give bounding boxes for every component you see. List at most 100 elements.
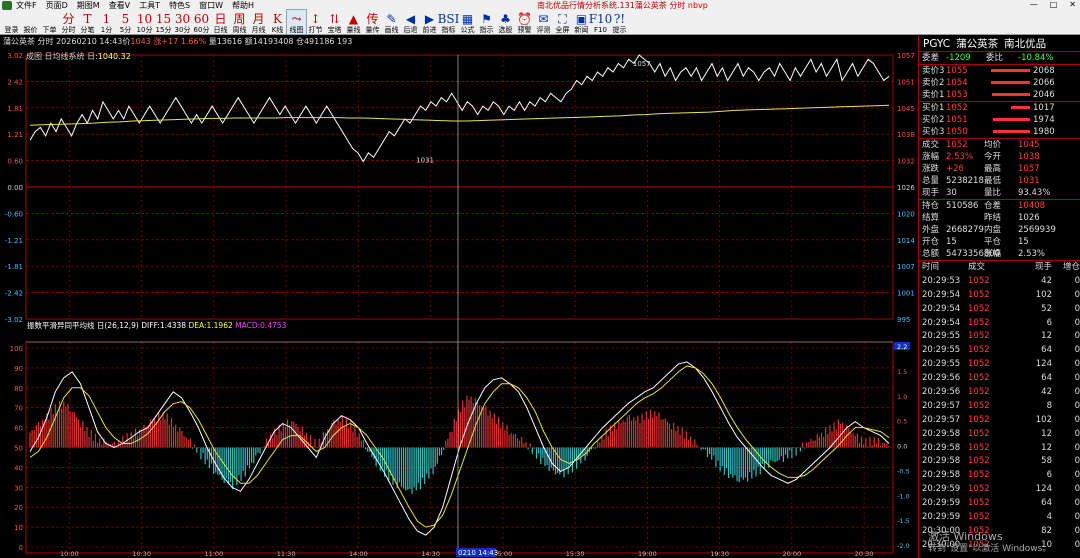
price-right-tick: 1007 — [897, 263, 915, 271]
toolbar-button-3[interactable]: 分分时 — [59, 10, 78, 35]
stat-row: 涨跌 +26 最高 1057 — [919, 163, 1080, 175]
trade-row: 20:29:54 1052 52 0 — [919, 303, 1080, 317]
toolbar-button-8[interactable]: 15 15分 — [154, 10, 173, 35]
ask-volume-bar — [992, 93, 1030, 96]
bid-row: 买价2 1051 1974 — [919, 114, 1080, 126]
trade-cell: 20:29:54 — [922, 317, 961, 328]
toolbar-label: F10 — [594, 26, 607, 34]
toolbar-button-28[interactable]: ✉ 评测 — [534, 10, 553, 35]
toolbar-label: 前进 — [422, 26, 437, 34]
trade-cell: 1052 — [968, 275, 990, 286]
toolbar-button-5[interactable]: 1 1分 — [97, 10, 116, 35]
windows-activation-watermark: 激活 Windows 转到"设置"以激活 Windows。 — [928, 530, 1052, 555]
toolbar-button-26[interactable]: ♣ 选股 — [496, 10, 515, 35]
trade-cell: 20:29:55 — [922, 359, 961, 370]
toolbar-label: 日线 — [213, 26, 228, 34]
ind-left-tick: 80 — [14, 385, 23, 393]
close-button[interactable]: ✕ — [1069, 0, 1076, 9]
bid-volume-bar — [1011, 106, 1030, 109]
indicate-icon: ⚑ — [481, 12, 492, 26]
minimize-button[interactable]: — — [1030, 0, 1038, 9]
stats-block: 成交 1052 均价 1045 涨幅 2.53% 今开 1038 涨跌 +26 最高 1057 总量 52… — [919, 139, 1080, 199]
price-right-tick: 1045 — [897, 105, 915, 113]
toolbar-button-27[interactable]: ⏰ 预警 — [515, 10, 534, 35]
toolbar-button-31[interactable]: F10 F10 — [589, 10, 613, 35]
ask-label: 卖价3 — [922, 66, 945, 76]
trade-cell: 1052 — [968, 456, 990, 467]
bid-price: 1052 — [946, 103, 968, 113]
trade-cell: 1052 — [968, 303, 990, 314]
trade-row: 20:29:55 1052 12 0 — [919, 330, 1080, 344]
toolbar-button-23[interactable]: BSI 指标 — [438, 10, 460, 35]
stat-v2: 1031 — [1018, 176, 1040, 186]
draw-icon: ✎ — [386, 12, 397, 26]
toolbar-button-17[interactable]: ⇅ 宝塔 — [325, 10, 344, 35]
toolbar-button-16[interactable]: ↕ 打节 — [306, 10, 325, 35]
stat-k2: 平仓 — [984, 237, 1002, 247]
trade-cell: 1052 — [968, 317, 990, 328]
trades-list[interactable]: 20:29:53 1052 42 0 20:29:54 1052 102 0 20:29:54 1… — [919, 275, 1080, 553]
toolbar-button-0[interactable]: 登录 — [2, 10, 21, 34]
stat-k1: 涨跌 — [922, 164, 940, 174]
toolbar-button-25[interactable]: ⚑ 指示 — [477, 10, 496, 35]
toolbar-button-9[interactable]: 30 30分 — [173, 10, 192, 35]
toolbar-button-22[interactable]: ▶ 前进 — [420, 10, 439, 35]
ind-left-tick: 60 — [14, 425, 23, 433]
toolbar-button-11[interactable]: 日日线 — [211, 10, 230, 35]
trade-row: 20:29:57 1052 102 0 — [919, 414, 1080, 428]
ind-left-tick: 90 — [14, 365, 23, 373]
toolbar-button-4[interactable]: T 分笔 — [78, 10, 97, 35]
stat-row: 持仓 510586 仓差 10408 — [919, 200, 1080, 212]
toolbar-button-29[interactable]: ⛶ 全屏 — [553, 10, 572, 35]
trade-cell: 0 — [1074, 428, 1080, 439]
toolbar-button-15[interactable]: ⤳ 线图 — [286, 9, 307, 35]
toolbar-button-13[interactable]: 月月线 — [249, 10, 268, 35]
forward-icon: ▶ — [424, 12, 435, 26]
price-left-tick: 3.02 — [7, 52, 23, 60]
toolbar-button-20[interactable]: ✎ 画线 — [382, 10, 401, 35]
stat-v1: 2668279 — [946, 225, 984, 235]
toolbar-label: 10分 — [136, 26, 153, 34]
tick-icon: T — [83, 12, 92, 26]
ask-volume: 2046 — [1033, 90, 1055, 100]
price-left-tick: 0.00 — [7, 184, 23, 192]
ind-left-tick: 30 — [14, 484, 23, 492]
trade-cell: 1052 — [968, 484, 990, 495]
chart-area[interactable]: 3.02 1057 2.42 1051 1.81 1045 1.21 1038 0.60 1032… — [0, 48, 918, 558]
toolbar-button-1[interactable]: 报价 — [21, 10, 40, 34]
back-icon: ◀ — [405, 12, 416, 26]
price-left-tick: -2.42 — [5, 290, 23, 298]
toolbar-button-6[interactable]: 5 5分 — [116, 10, 135, 35]
trade-cell: 0 — [1074, 484, 1080, 495]
trade-cell: 42 — [1041, 387, 1052, 398]
stat-v2: 93.43% — [1018, 188, 1051, 198]
toolbar-button-14[interactable]: K K线 — [268, 10, 287, 35]
price-right-tick: 1001 — [897, 290, 915, 298]
toolbar-button-21[interactable]: ◀ 后退 — [401, 10, 420, 35]
info-name: 蒲公英茶 分时 20260210 14:43价 — [3, 37, 131, 46]
trade-row: 20:29:54 1052 6 0 — [919, 317, 1080, 331]
toolbar-button-32[interactable]: ?! 提示 — [610, 10, 629, 35]
bid-volume: 1974 — [1033, 115, 1055, 125]
bid-volume-bar — [993, 130, 1030, 133]
toolbar-button-19[interactable]: 传量传 — [363, 10, 382, 35]
quote-panel-header: PGYC 蒲公英茶 南北优品 — [919, 36, 1080, 52]
toolbar-button-7[interactable]: 10 10分 — [135, 10, 154, 35]
toolbar-label: 后退 — [403, 26, 418, 34]
maximize-button[interactable]: □ — [1050, 0, 1058, 9]
stat-v1: 15 — [946, 237, 957, 247]
toolbar-button-10[interactable]: 60 60分 — [192, 10, 211, 35]
toolbar-button-18[interactable]: ▲ 量线 — [344, 10, 363, 35]
info-change: 涨+17 1.66% — [153, 37, 207, 46]
trade-cell: 0 — [1074, 539, 1080, 550]
toolbar-button-2[interactable]: 下单 — [40, 10, 59, 34]
price-right-tick: 1057 — [897, 52, 915, 60]
chart-canvas[interactable]: 3.02 1057 2.42 1051 1.81 1045 1.21 1038 0.60 1032… — [0, 48, 918, 558]
weicha-label: 委差 — [922, 53, 940, 63]
trade-cell: 20:29:58 — [922, 456, 961, 467]
trade-row: 20:29:58 1052 6 0 — [919, 469, 1080, 483]
price-right-tick: 1026 — [897, 184, 915, 192]
toolbar-button-12[interactable]: 周周线 — [230, 10, 249, 35]
toolbar-button-24[interactable]: ▦ 公式 — [458, 10, 477, 35]
trade-cell: 20:29:57 — [922, 400, 961, 411]
